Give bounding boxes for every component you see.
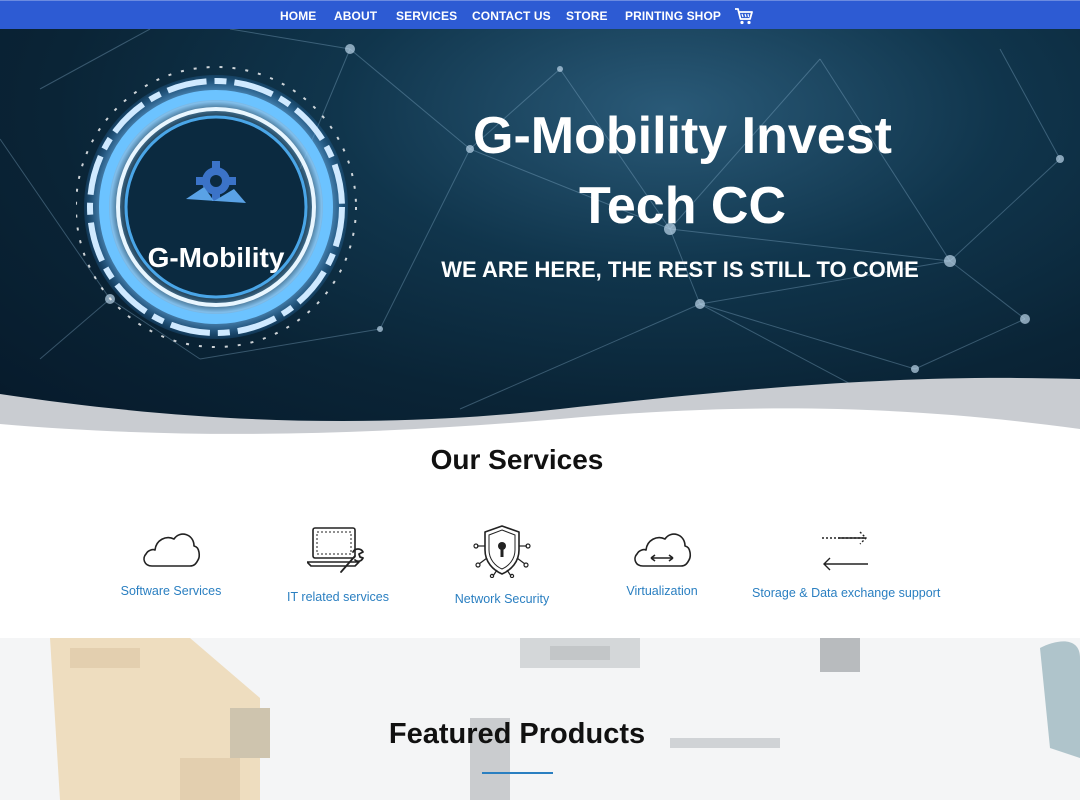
- nav-services[interactable]: SERVICES: [396, 9, 457, 23]
- service-software-label[interactable]: Software Services: [120, 584, 222, 598]
- nav-printing-shop[interactable]: PRINTING SHOP: [625, 9, 721, 23]
- service-it-label[interactable]: IT related services: [287, 590, 389, 604]
- service-storage-exchange[interactable]: Storage & Data exchange support: [752, 524, 940, 600]
- hero-banner: G-Mobility G-Mobility Invest Tech CC WE …: [0, 29, 1080, 435]
- hero-title: G-Mobility Invest Tech CC: [430, 101, 935, 241]
- laptop-wrench-icon: [307, 527, 364, 573]
- nav-about[interactable]: ABOUT: [334, 9, 377, 23]
- top-navigation: HOME ABOUT SERVICES CONTACT US STORE PRI…: [0, 0, 1080, 29]
- nav-store[interactable]: STORE: [566, 9, 608, 23]
- service-software[interactable]: Software Services: [120, 524, 222, 598]
- service-network-security-label[interactable]: Network Security: [454, 592, 550, 606]
- service-network-security[interactable]: Network Security: [454, 524, 550, 606]
- exchange-arrows-icon: [822, 531, 868, 571]
- service-storage-exchange-label[interactable]: Storage & Data exchange support: [752, 586, 940, 600]
- service-virtualization-label[interactable]: Virtualization: [626, 584, 698, 598]
- service-virtualization[interactable]: Virtualization: [626, 524, 698, 598]
- hero-subtitle: WE ARE HERE, THE REST IS STILL TO COME: [441, 257, 919, 282]
- cloud-icon: [143, 533, 200, 567]
- service-it[interactable]: IT related services: [287, 524, 389, 604]
- shield-lock-icon: [473, 525, 531, 578]
- heading-underline: [482, 772, 553, 774]
- cloud-arrows-icon: [634, 533, 691, 567]
- shopping-cart-icon[interactable]: [734, 7, 754, 25]
- nav-contact-us[interactable]: CONTACT US: [472, 9, 551, 23]
- hero-title-line-1: G-Mobility Invest: [473, 107, 892, 165]
- services-heading: Our Services: [430, 444, 604, 475]
- featured-products-heading: Featured Products: [388, 718, 646, 750]
- logo-text: G-Mobility: [148, 242, 285, 273]
- nav-home[interactable]: HOME: [280, 9, 316, 23]
- hero-title-line-2: Tech CC: [578, 177, 787, 235]
- g-mobility-logo: G-Mobility: [76, 66, 357, 348]
